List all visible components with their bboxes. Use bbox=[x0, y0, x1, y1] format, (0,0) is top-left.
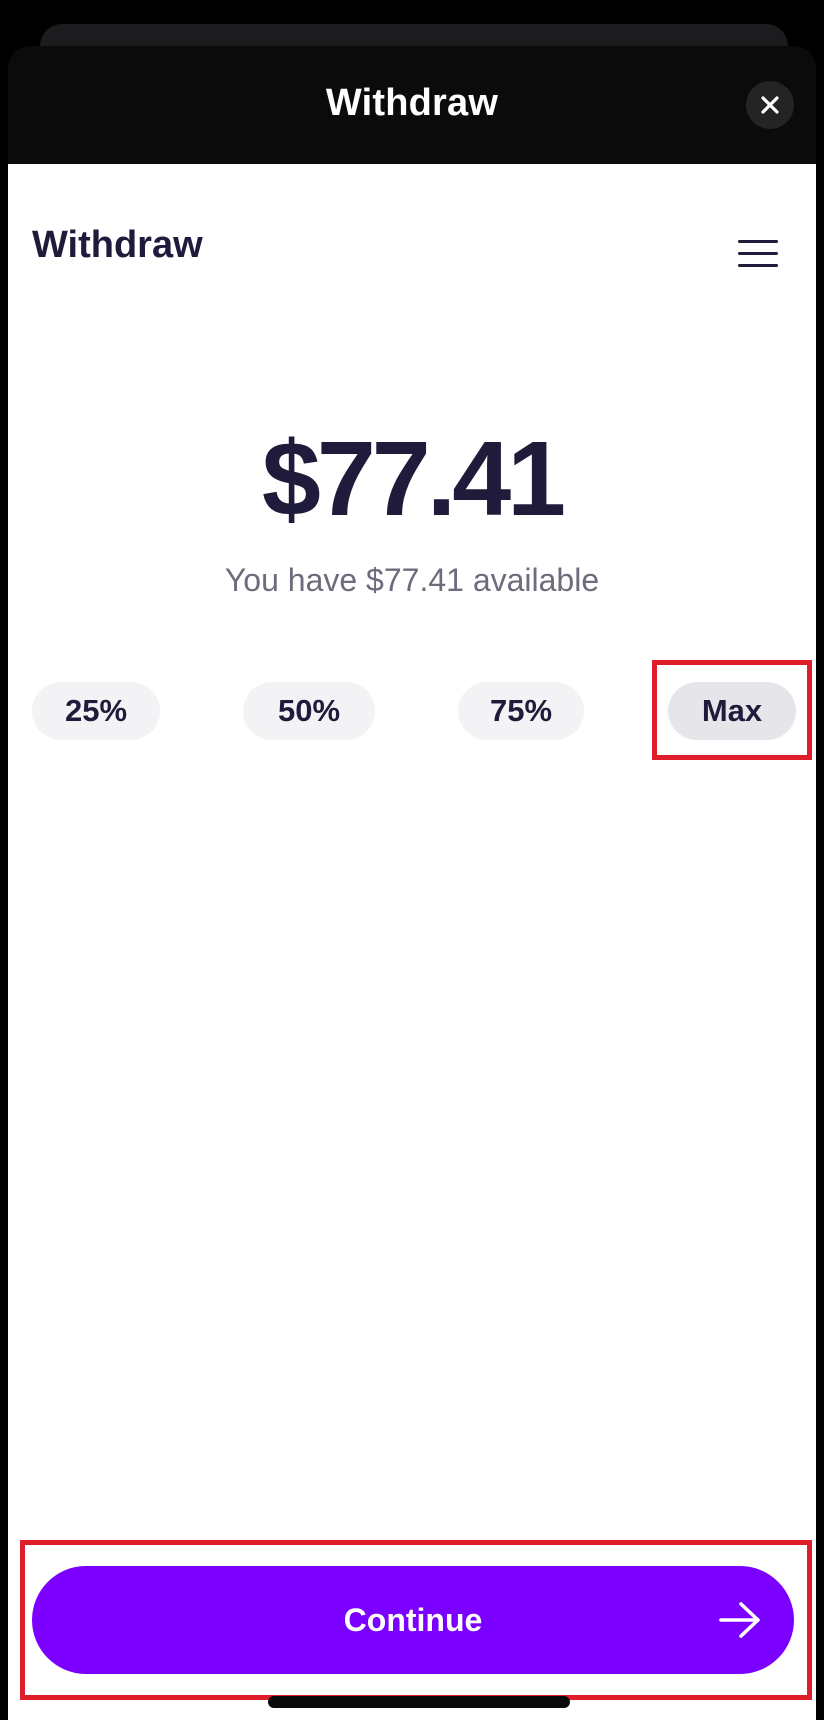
percent-50-button[interactable]: 50% bbox=[243, 682, 375, 740]
percent-75-button[interactable]: 75% bbox=[458, 682, 584, 740]
modal-header: Withdraw bbox=[8, 46, 816, 164]
modal-title: Withdraw bbox=[325, 82, 499, 124]
home-indicator bbox=[268, 1696, 570, 1708]
continue-button[interactable]: Continue bbox=[32, 1566, 794, 1674]
page-title: Withdraw bbox=[32, 224, 203, 266]
menu-button[interactable] bbox=[736, 238, 780, 270]
available-balance-text: You have $77.41 available bbox=[224, 562, 600, 598]
withdraw-amount: $77.41 bbox=[261, 420, 566, 538]
max-button[interactable]: Max bbox=[668, 682, 796, 740]
withdraw-content: Withdraw $77.41 You have $77.41 availabl… bbox=[8, 164, 816, 1720]
close-icon bbox=[761, 96, 779, 114]
arrow-right-icon bbox=[719, 1602, 760, 1638]
continue-button-label: Continue bbox=[343, 1601, 483, 1638]
percent-25-button[interactable]: 25% bbox=[32, 682, 160, 740]
close-button[interactable] bbox=[746, 81, 794, 129]
